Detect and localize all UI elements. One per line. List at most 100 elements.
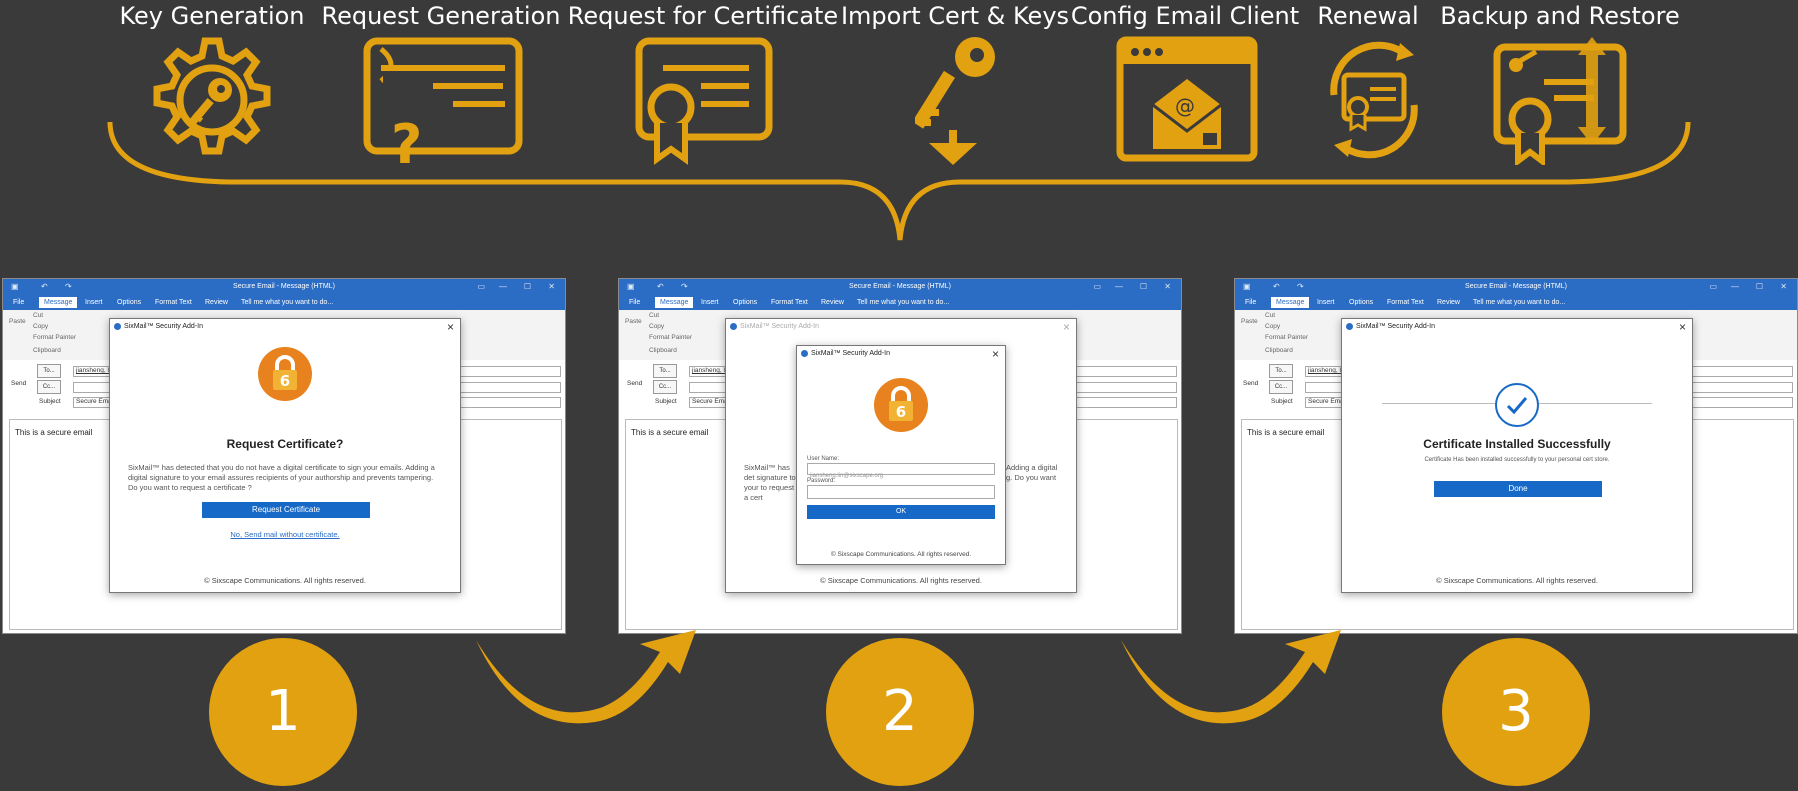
format-painter-button[interactable]: Format Painter xyxy=(1265,334,1308,341)
dialog-title: SixMail™ Security Add-In xyxy=(124,323,203,330)
dialog-message: Certificate Has been installed successfu… xyxy=(1424,457,1610,463)
format-painter-button[interactable]: Format Painter xyxy=(649,334,692,341)
send-without-certificate-link[interactable]: No, Send mail without certificate. xyxy=(110,530,460,539)
menu-message[interactable]: Message xyxy=(655,297,694,308)
done-button[interactable]: Done xyxy=(1434,481,1602,497)
outlook-window-step2: ▣ ↶ ↷ Secure Email - Message (HTML) ▭ — … xyxy=(618,278,1182,634)
step-number-2: 2 xyxy=(826,638,974,786)
paste-button[interactable]: Paste xyxy=(1241,318,1258,325)
to-button[interactable]: To... xyxy=(37,364,61,378)
clipboard-group-label: Clipboard xyxy=(1265,347,1293,354)
paste-button[interactable]: Paste xyxy=(625,318,642,325)
menu-insert[interactable]: Insert xyxy=(1317,299,1335,306)
login-dialog: SixMail™ Security Add-In × 6 User Name: … xyxy=(796,345,1006,565)
menu-review[interactable]: Review xyxy=(1437,299,1460,306)
lock-6-icon: 6 xyxy=(258,347,312,401)
body-text: This is a secure email xyxy=(631,428,709,437)
dialog-title: SixMail™ Security Add-In xyxy=(740,323,819,330)
ribbon-options-icon[interactable]: ▭ xyxy=(1093,282,1101,291)
password-field[interactable] xyxy=(807,485,995,499)
minimize-icon[interactable]: — xyxy=(1115,282,1123,291)
close-icon[interactable]: ✕ xyxy=(1780,282,1787,291)
menu-options[interactable]: Options xyxy=(117,299,141,306)
copyright: © Sixscape Communications. All rights re… xyxy=(1436,576,1598,585)
dialog-message: SixMail™ has detected that you do not ha… xyxy=(128,463,435,492)
send-button[interactable]: Send xyxy=(627,380,642,387)
close-icon[interactable]: × xyxy=(1679,320,1686,334)
maximize-icon[interactable]: ☐ xyxy=(524,282,531,291)
maximize-icon[interactable]: ☐ xyxy=(1756,282,1763,291)
cc-button[interactable]: Cc... xyxy=(653,380,677,394)
menu-format-text[interactable]: Format Text xyxy=(1387,299,1424,306)
menu-review[interactable]: Review xyxy=(205,299,228,306)
certificate-installed-dialog: SixMail™ Security Add-In × Certificate I… xyxy=(1341,318,1693,593)
ribbon-options-icon[interactable]: ▭ xyxy=(477,282,485,291)
close-icon[interactable]: × xyxy=(447,320,454,334)
sixmail-logo-icon xyxy=(730,323,737,330)
cc-button[interactable]: Cc... xyxy=(37,380,61,394)
menu-file[interactable]: File xyxy=(1245,299,1256,306)
close-icon[interactable]: ✕ xyxy=(1164,282,1171,291)
request-certificate-button[interactable]: Request Certificate xyxy=(202,502,370,518)
menu-insert[interactable]: Insert xyxy=(85,299,103,306)
username-field[interactable]: jiansheng.lin@sixscape.org xyxy=(807,463,995,479)
check-icon xyxy=(1495,383,1539,427)
send-button[interactable]: Send xyxy=(1243,380,1258,387)
clipboard-group-label: Clipboard xyxy=(649,347,677,354)
send-button[interactable]: Send xyxy=(11,380,26,387)
menu-options[interactable]: Options xyxy=(1349,299,1373,306)
copy-button[interactable]: Copy xyxy=(649,323,664,330)
cut-button[interactable]: Cut xyxy=(33,312,43,319)
dialog-title: SixMail™ Security Add-In xyxy=(1356,323,1435,330)
subject-label: Subject xyxy=(1271,398,1293,405)
format-painter-button[interactable]: Format Painter xyxy=(33,334,76,341)
copy-button[interactable]: Copy xyxy=(33,323,48,330)
svg-text:6: 6 xyxy=(896,403,906,421)
close-icon[interactable]: × xyxy=(992,347,999,361)
copyright: © Sixscape Communications. All rights re… xyxy=(820,576,982,585)
menu-bar: File Message Insert Options Format Text … xyxy=(1235,296,1797,310)
menu-insert[interactable]: Insert xyxy=(701,299,719,306)
cut-button[interactable]: Cut xyxy=(649,312,659,319)
cut-button[interactable]: Cut xyxy=(1265,312,1275,319)
menu-options[interactable]: Options xyxy=(733,299,757,306)
tell-me-search[interactable]: Tell me what you want to do... xyxy=(857,299,949,306)
subject-label: Subject xyxy=(39,398,61,405)
copy-button[interactable]: Copy xyxy=(1265,323,1280,330)
dialog-heading: Certificate Installed Successfully xyxy=(1423,437,1611,451)
menu-format-text[interactable]: Format Text xyxy=(771,299,808,306)
tell-me-search[interactable]: Tell me what you want to do... xyxy=(1473,299,1565,306)
menu-bar: File Message Insert Options Format Text … xyxy=(3,296,565,310)
grouping-brace xyxy=(107,121,1691,241)
tell-me-search[interactable]: Tell me what you want to do... xyxy=(241,299,333,306)
ribbon-options-icon[interactable]: ▭ xyxy=(1709,282,1717,291)
minimize-icon[interactable]: — xyxy=(499,282,507,291)
menu-message[interactable]: Message xyxy=(1271,297,1310,308)
subject-label: Subject xyxy=(655,398,677,405)
step-number-3: 3 xyxy=(1442,638,1590,786)
paste-button[interactable]: Paste xyxy=(9,318,26,325)
ok-button[interactable]: OK xyxy=(807,505,995,519)
maximize-icon[interactable]: ☐ xyxy=(1140,282,1147,291)
title-bar: ▣ ↶ ↷ Secure Email - Message (HTML) ▭ — … xyxy=(1235,279,1797,296)
to-button[interactable]: To... xyxy=(1269,364,1293,378)
cc-button[interactable]: Cc... xyxy=(1269,380,1293,394)
copyright: © Sixscape Communications. All rights re… xyxy=(830,551,972,558)
menu-file[interactable]: File xyxy=(629,299,640,306)
lock-6-icon: 6 xyxy=(874,378,928,432)
menu-review[interactable]: Review xyxy=(821,299,844,306)
minimize-icon[interactable]: — xyxy=(1731,282,1739,291)
menu-format-text[interactable]: Format Text xyxy=(155,299,192,306)
title-bar: ▣ ↶ ↷ Secure Email - Message (HTML) ▭ — … xyxy=(619,279,1181,296)
close-icon[interactable]: ✕ xyxy=(548,282,555,291)
menu-file[interactable]: File xyxy=(13,299,24,306)
menu-message[interactable]: Message xyxy=(39,297,78,308)
dialog-title: SixMail™ Security Add-In xyxy=(811,350,890,357)
body-text: This is a secure email xyxy=(1247,428,1325,437)
dialog-message-right: Adding a digital g. Do you want xyxy=(1006,463,1058,482)
copyright: © Sixscape Communications. All rights re… xyxy=(204,576,366,585)
dialog-heading: Request Certificate? xyxy=(226,437,344,451)
to-button[interactable]: To... xyxy=(653,364,677,378)
svg-text:6: 6 xyxy=(280,372,290,390)
close-icon[interactable]: × xyxy=(1063,320,1070,334)
